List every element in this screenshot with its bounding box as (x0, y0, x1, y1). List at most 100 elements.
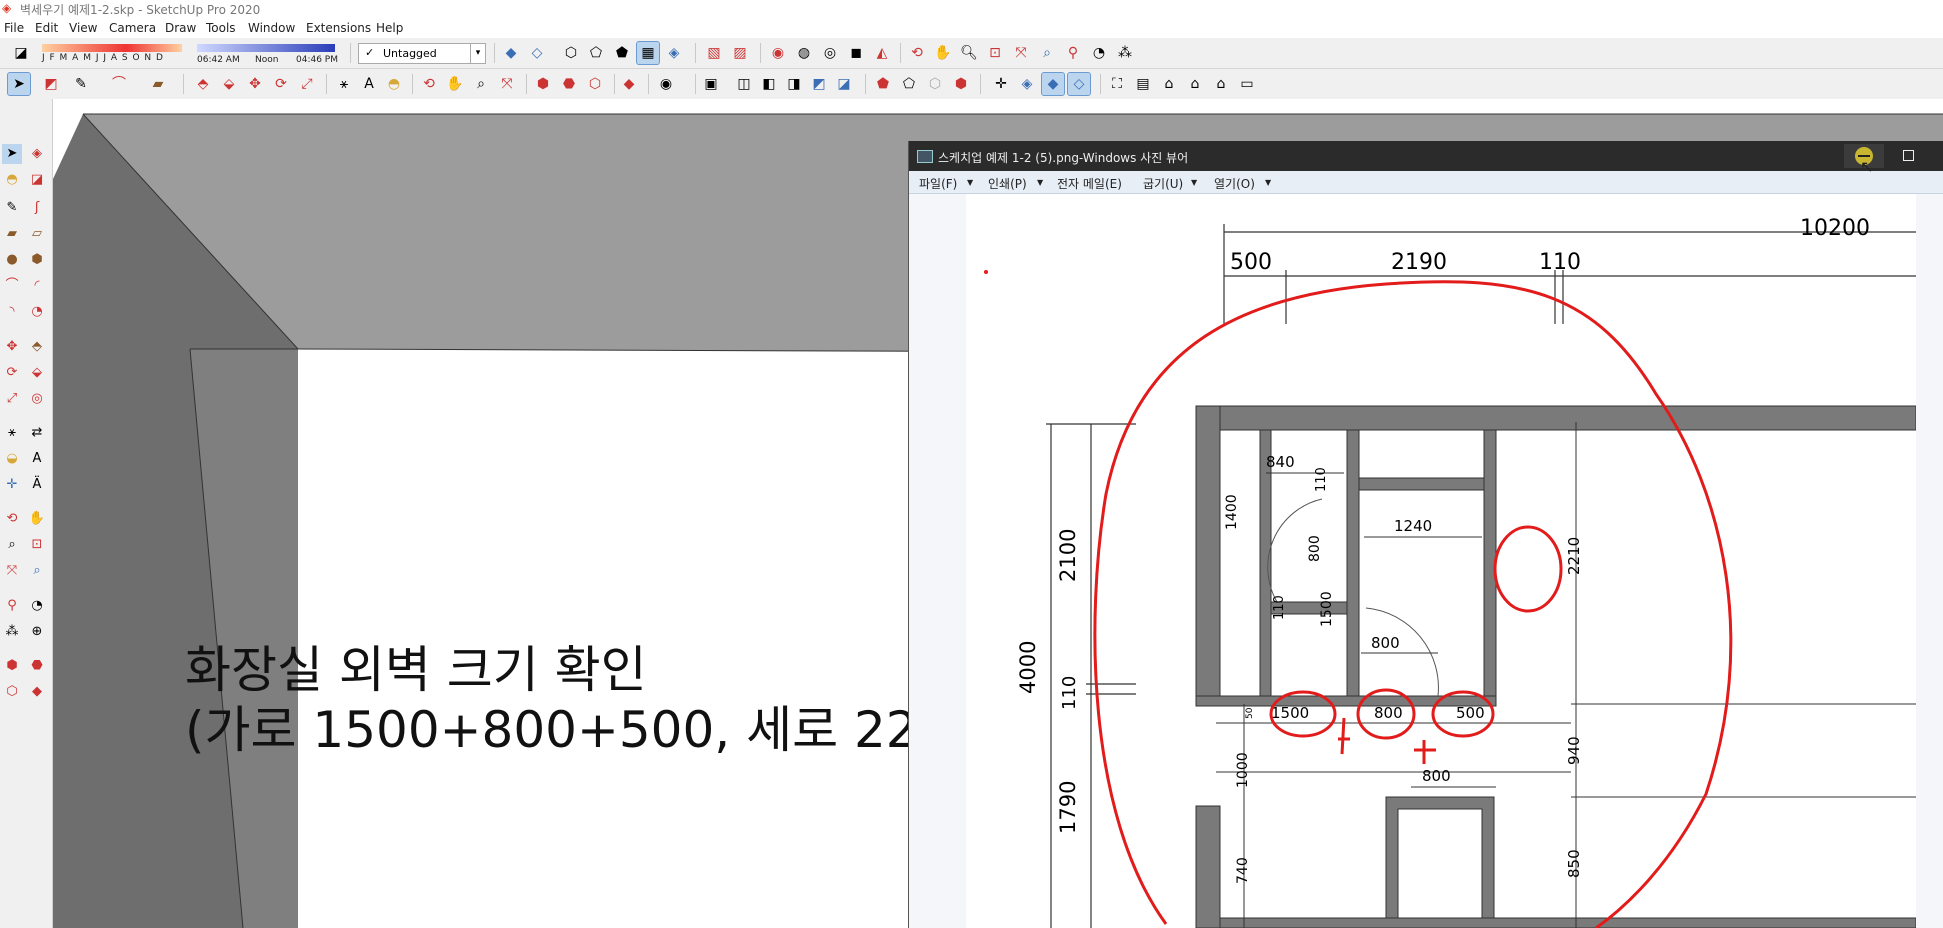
trim-icon[interactable]: ◪ (833, 73, 855, 95)
style-3-icon[interactable]: ◎ (819, 42, 841, 64)
previous-left-icon[interactable]: ⌕ (27, 561, 47, 581)
push-pull-icon[interactable]: ⬘ (192, 73, 214, 95)
follow-me-icon[interactable]: ⬙ (218, 73, 240, 95)
ruby-icon[interactable]: ◆ (618, 73, 640, 95)
chevron-down-icon[interactable]: ▼ (967, 178, 973, 187)
book-icon[interactable]: ▤ (1132, 73, 1154, 95)
menu-draw[interactable]: Draw (165, 21, 196, 35)
viewer-menu-burn[interactable]: 굽기(U) (1143, 175, 1183, 192)
viewer-menu-file[interactable]: 파일(F) (919, 175, 957, 192)
select-arrow-icon[interactable]: ➤ (7, 72, 31, 96)
zoom-2-icon[interactable]: ⌕ (470, 73, 492, 95)
paint-icon[interactable]: ◓ (2, 170, 22, 190)
share-model-icon[interactable]: ⬣ (558, 73, 580, 95)
polygon-icon[interactable]: ⬢ (27, 250, 47, 270)
viewer-menu-print[interactable]: 인쇄(P) (988, 175, 1027, 192)
arc-icon[interactable]: ⌒ (108, 73, 130, 95)
scale-left-icon[interactable]: ⤢ (2, 389, 22, 409)
extension-warehouse-icon[interactable]: ⬡ (584, 73, 606, 95)
pie-icon[interactable]: ◔ (27, 302, 47, 322)
followme-left-icon[interactable]: ⬙ (27, 363, 47, 383)
viewer-menu-open[interactable]: 열기(O) (1214, 175, 1255, 192)
front-view-icon[interactable]: ◇ (1067, 72, 1091, 96)
subtract-icon[interactable]: ◩ (808, 73, 830, 95)
position-camera-left-icon[interactable]: ⚲ (2, 596, 22, 616)
select-icon[interactable]: ➤ (2, 144, 22, 164)
intersect-icon[interactable]: ◧ (758, 73, 780, 95)
orbit-2-icon[interactable]: ⟲ (418, 73, 440, 95)
style-1-icon[interactable]: ◉ (767, 42, 789, 64)
menu-tools[interactable]: Tools (206, 21, 236, 35)
freehand-icon[interactable]: ʃ (27, 198, 47, 218)
section-cut-icon[interactable]: ▨ (729, 42, 751, 64)
warehouse-left-icon[interactable]: ⬢ (2, 656, 22, 676)
menu-edit[interactable]: Edit (35, 21, 58, 35)
text-left-icon[interactable]: A (27, 449, 47, 469)
warehouse-3d-icon[interactable]: ⛶ (1106, 73, 1128, 95)
eraser-left-icon[interactable]: ◪ (27, 170, 47, 190)
viewer-menu-email[interactable]: 전자 메일(E) (1057, 175, 1122, 192)
ruby-left-icon[interactable]: ◆ (27, 682, 47, 702)
pan-icon[interactable]: ✋ (932, 42, 954, 64)
chevron-down-icon[interactable]: ▼ (1191, 178, 1197, 187)
zoom-window-icon[interactable]: ⊡ (984, 42, 1006, 64)
offset-icon[interactable]: ◎ (27, 389, 47, 409)
house-2-icon[interactable]: ⌂ (1184, 73, 1206, 95)
shadow-date-slider[interactable] (42, 44, 182, 52)
position-camera-icon[interactable]: ⚲ (1062, 42, 1084, 64)
pencil-icon[interactable]: ✎ (70, 73, 92, 95)
zoom-extents-icon[interactable]: ⤧ (1010, 42, 1032, 64)
chevron-down-icon[interactable]: ▼ (1037, 178, 1043, 187)
axes-left-icon[interactable]: ✛ (2, 475, 22, 495)
menu-view[interactable]: View (69, 21, 97, 35)
pushpull-left-icon[interactable]: ⬘ (27, 337, 47, 357)
menu-window[interactable]: Window (248, 21, 295, 35)
zoom-extents-left-icon[interactable]: ⤧ (2, 561, 22, 581)
account-icon[interactable]: ◉ (655, 73, 677, 95)
top-view-icon[interactable]: ◆ (1041, 72, 1065, 96)
eraser-tool-icon[interactable]: ◩ (40, 73, 62, 95)
line-icon[interactable]: ✎ (2, 198, 22, 218)
previous-view-icon[interactable]: ⌕ (1036, 42, 1058, 64)
sandbox-3-icon[interactable]: ⬡ (924, 73, 946, 95)
shaded-textures-icon[interactable]: ▦ (636, 41, 660, 65)
sandbox-4-icon[interactable]: ⬢ (950, 73, 972, 95)
zoom-extents-2-icon[interactable]: ⤧ (496, 73, 518, 95)
walk-icon[interactable]: ⁂ (1114, 42, 1136, 64)
tag-dropdown[interactable]: ✓ Untagged ▾ (358, 43, 486, 64)
zoom-left-icon[interactable]: ⌕ (2, 535, 22, 555)
iso-view-icon[interactable]: ◈ (1016, 73, 1038, 95)
house-3-icon[interactable]: ⌂ (1210, 73, 1232, 95)
zoom-icon[interactable]: 🔍︎ (958, 42, 980, 64)
arc-left-icon[interactable]: ⌒ (2, 276, 22, 296)
maximize-icon[interactable] (1903, 150, 1914, 161)
share-left-icon[interactable]: ⬣ (27, 656, 47, 676)
dimension-icon[interactable]: ⇄ (27, 423, 47, 443)
xray-icon[interactable]: ◆ (500, 42, 522, 64)
orbit-left-icon[interactable]: ⟲ (2, 509, 22, 529)
protractor-icon[interactable]: ◒ (2, 449, 22, 469)
3d-text-icon[interactable]: Ä (27, 475, 47, 495)
section-left-icon[interactable]: ⊕ (27, 622, 47, 642)
rotated-rect-icon[interactable]: ▱ (27, 224, 47, 244)
wireframe-icon[interactable]: ⬡ (560, 42, 582, 64)
walk-left-icon[interactable]: ⁂ (2, 622, 22, 642)
solid-tools-icon[interactable]: ▣ (700, 73, 722, 95)
rotate-icon[interactable]: ⟳ (270, 73, 292, 95)
union-icon[interactable]: ◨ (783, 73, 805, 95)
text-icon[interactable]: A (358, 73, 380, 95)
sandbox-2-icon[interactable]: ⬠ (898, 73, 920, 95)
outer-shell-icon[interactable]: ◫ (733, 73, 755, 95)
warehouse-icon[interactable]: ⬢ (532, 73, 554, 95)
shaded-icon[interactable]: ⬟ (611, 42, 633, 64)
photo-viewer-window[interactable]: 스케치업 예제 1-2 (5).png-Windows 사진 뷰어 파일(F) … (908, 141, 1943, 928)
style-2-icon[interactable]: ◍ (793, 42, 815, 64)
house-1-icon[interactable]: ⌂ (1158, 73, 1180, 95)
make-component-icon[interactable]: ◈ (27, 144, 47, 164)
move-icon[interactable]: ✥ (244, 73, 266, 95)
tape-left-icon[interactable]: ⚹ (2, 423, 22, 443)
tape-measure-icon[interactable]: ⚹ (333, 73, 355, 95)
menu-extensions[interactable]: Extensions (306, 21, 371, 35)
style-5-icon[interactable]: ◭ (871, 42, 893, 64)
orbit-icon[interactable]: ⟲ (906, 42, 928, 64)
